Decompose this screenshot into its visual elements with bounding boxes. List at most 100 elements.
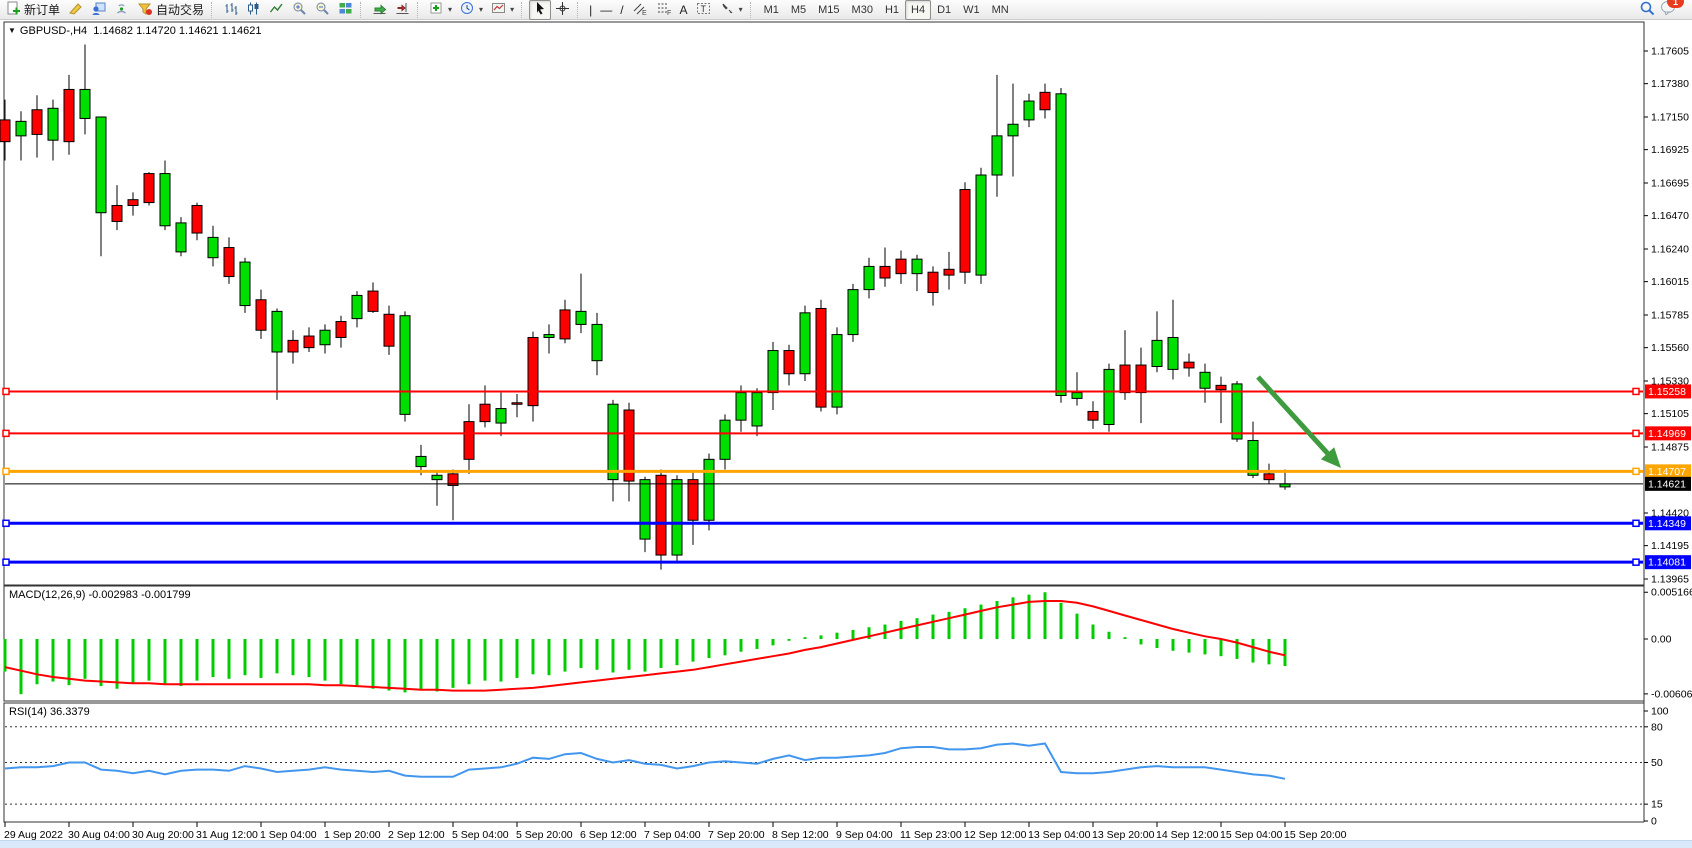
price-tick-label: 1.17380 — [1651, 78, 1689, 90]
status-strip — [0, 840, 1692, 848]
candle-body — [976, 175, 986, 275]
candle-body — [784, 351, 794, 374]
dropdown-caret: ▾ — [479, 5, 483, 14]
chart-window[interactable]: 1.176051.173801.171501.169251.166951.164… — [0, 20, 1692, 848]
timeframe-button-D1[interactable]: D1 — [931, 0, 957, 20]
macd-axis-label: -0.006064 — [1651, 688, 1692, 700]
timeframe-button-W1[interactable]: W1 — [957, 0, 986, 20]
vertical-line-tool-button[interactable]: | — [585, 0, 596, 20]
chart-canvas[interactable]: 1.176051.173801.171501.169251.166951.164… — [0, 20, 1692, 848]
zoom-out-icon — [315, 1, 330, 19]
channel-icon: E — [632, 1, 648, 19]
window-menu-triangle-icon[interactable]: ▼ — [8, 26, 16, 35]
zoom-in-icon — [292, 1, 307, 19]
templates-button[interactable]: ▾ — [487, 0, 518, 20]
rsi-axis-label: 0 — [1651, 816, 1657, 828]
line-handle[interactable] — [1633, 520, 1639, 526]
periods-button[interactable]: ▾ — [456, 0, 487, 20]
timeframe-button-MN[interactable]: MN — [986, 0, 1015, 20]
timeframe-button-M30[interactable]: M30 — [846, 0, 879, 20]
price-tick-label: 1.14195 — [1651, 540, 1689, 552]
bar-chart-button[interactable] — [219, 0, 242, 20]
price-badge-label: 1.14707 — [1648, 466, 1686, 478]
line-handle[interactable] — [3, 559, 9, 565]
clock-icon — [460, 1, 475, 19]
text-tool-icon: A — [680, 4, 688, 16]
line-handle[interactable] — [3, 520, 9, 526]
indicators-button[interactable]: ▾ — [425, 0, 456, 20]
fibonacci-icon: F — [656, 1, 672, 19]
indicators-icon — [429, 1, 444, 19]
metaeditor-button[interactable] — [64, 0, 87, 20]
search-icon — [1639, 0, 1656, 19]
arrows-tool-button[interactable]: ▾ — [716, 0, 747, 20]
notifications-button[interactable]: 1 — [1660, 0, 1678, 20]
candle-body — [912, 259, 922, 274]
metaeditor-icon — [68, 1, 83, 19]
candle-body — [576, 311, 586, 324]
zoom-in-button[interactable] — [288, 0, 311, 20]
line-handle[interactable] — [1633, 468, 1639, 474]
price-tick-label: 1.17150 — [1651, 112, 1689, 124]
price-tick-label: 1.16015 — [1651, 276, 1689, 288]
chart-shift-button[interactable] — [391, 0, 414, 20]
new-order-button[interactable]: 新订单 — [2, 0, 64, 20]
text-label-tool-button[interactable]: T — [692, 0, 716, 20]
candle-body — [400, 316, 410, 415]
dropdown-caret: ▾ — [448, 5, 452, 14]
price-badge-label: 1.14621 — [1648, 478, 1686, 490]
candle-body — [304, 336, 314, 348]
fibonacci-tool-button[interactable]: F — [652, 0, 676, 20]
candle-body — [352, 295, 362, 318]
candle-body — [688, 480, 698, 521]
tile-windows-button[interactable] — [334, 0, 357, 20]
line-chart-button[interactable] — [265, 0, 288, 20]
line-handle[interactable] — [3, 388, 9, 394]
line-handle[interactable] — [3, 468, 9, 474]
rsi-indicator-label: RSI(14) 36.3379 — [9, 706, 90, 718]
candle-body — [1200, 372, 1210, 388]
strategy-tester-button[interactable] — [87, 0, 110, 20]
auto-scroll-button[interactable] — [368, 0, 391, 20]
line-handle[interactable] — [1633, 559, 1639, 565]
chart-shift-icon — [395, 1, 410, 19]
line-handle[interactable] — [3, 430, 9, 436]
candle-chart-button[interactable] — [242, 0, 265, 20]
channel-tool-button[interactable]: E — [628, 0, 652, 20]
timeframe-button-M1[interactable]: M1 — [758, 0, 785, 20]
candle-body — [800, 313, 810, 374]
candle-body — [1056, 94, 1066, 396]
price-tick-label: 1.13965 — [1651, 574, 1689, 586]
toolbar-separator — [577, 2, 582, 18]
cursor-tool-button[interactable] — [529, 0, 551, 20]
signals-button[interactable] — [110, 0, 133, 20]
timeframe-button-M5[interactable]: M5 — [785, 0, 812, 20]
auto-trading-button[interactable]: 自动交易 — [133, 0, 208, 20]
candle-body — [544, 335, 554, 338]
timeframe-button-M15[interactable]: M15 — [812, 0, 845, 20]
strategy-tester-icon — [91, 1, 106, 19]
new-order-icon — [6, 1, 21, 19]
chart-title: ▼GBPUSD-,H4 1.14682 1.14720 1.14621 1.14… — [8, 25, 262, 37]
timeframe-button-H4[interactable]: H4 — [905, 0, 931, 20]
crosshair-tool-button[interactable] — [551, 0, 574, 20]
dropdown-caret: ▾ — [510, 5, 514, 14]
horizontal-line-tool-button[interactable]: — — [596, 0, 616, 20]
timeframe-button-H1[interactable]: H1 — [879, 0, 905, 20]
new-order-label: 新订单 — [24, 1, 60, 18]
price-tick-label: 1.16240 — [1651, 244, 1689, 256]
candle-body — [256, 300, 266, 330]
line-handle[interactable] — [1633, 388, 1639, 394]
zoom-out-button[interactable] — [311, 0, 334, 20]
trendline-tool-button[interactable]: / — [616, 0, 627, 20]
template-icon — [491, 1, 506, 19]
line-handle[interactable] — [1633, 430, 1639, 436]
candle-body — [160, 174, 170, 226]
toolbar-separator — [417, 2, 422, 18]
candle-body — [736, 393, 746, 421]
candle-body — [320, 330, 330, 345]
text-tool-button[interactable]: A — [676, 0, 692, 20]
search-button[interactable] — [1635, 0, 1660, 20]
candle-body — [384, 314, 394, 346]
candle-body — [416, 456, 426, 466]
